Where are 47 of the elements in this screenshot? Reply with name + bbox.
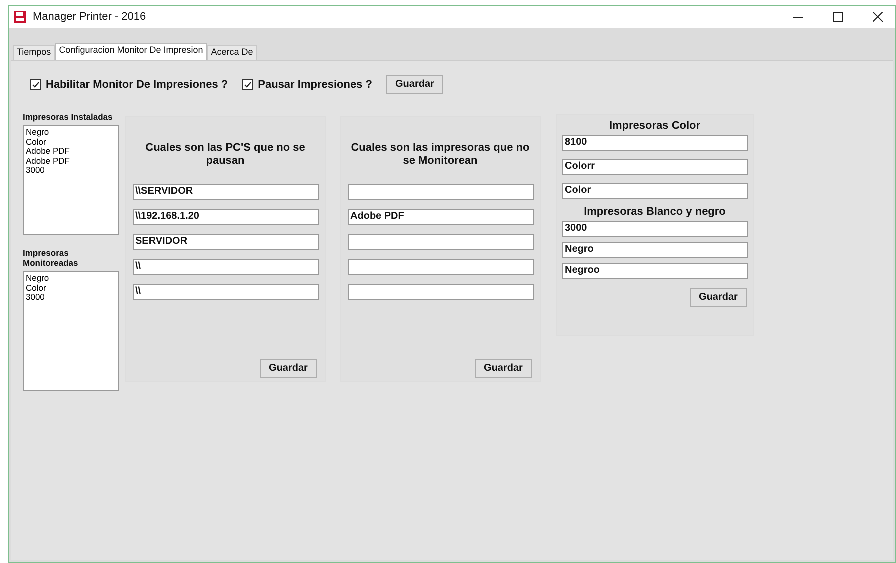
text-field[interactable]: Negroo bbox=[562, 263, 748, 279]
list-item[interactable]: Color bbox=[26, 284, 116, 293]
printer-list[interactable]: Negro Color 3000 bbox=[23, 271, 119, 391]
text-field[interactable]: Colorr bbox=[562, 159, 748, 175]
list-item[interactable]: Negro bbox=[26, 128, 116, 138]
tab[interactable]: Tiempos bbox=[13, 45, 56, 60]
text-field[interactable]: \\192.168.1.20 bbox=[132, 209, 318, 225]
panel-title: Impresoras Blanco y negro bbox=[584, 206, 726, 218]
printer-list[interactable]: Negro Color Adobe PDF Adobe PDF 3000 bbox=[23, 125, 119, 235]
list-item[interactable]: 3000 bbox=[26, 293, 116, 302]
text-field[interactable] bbox=[348, 234, 534, 250]
save-button[interactable]: Guardar bbox=[260, 359, 317, 378]
text-field[interactable]: Color bbox=[562, 183, 748, 199]
list-label: Impresoras Monitoreadas bbox=[23, 248, 80, 268]
tab[interactable]: Acerca De bbox=[207, 45, 258, 60]
text-field[interactable]: 8100 bbox=[562, 135, 748, 151]
panel-title: Cuales son las PC'S que no se pausan bbox=[144, 142, 306, 169]
check-icon bbox=[244, 80, 252, 88]
list-item[interactable]: Color bbox=[26, 138, 116, 147]
window-title: Manager Printer - 2016 bbox=[33, 11, 146, 23]
check-icon bbox=[32, 80, 40, 88]
list-item[interactable]: 3000 bbox=[26, 166, 116, 176]
text-field[interactable] bbox=[348, 284, 534, 300]
save-button[interactable]: Guardar bbox=[690, 288, 747, 307]
save-button[interactable]: Guardar bbox=[386, 75, 444, 94]
save-button[interactable]: Guardar bbox=[475, 359, 532, 378]
text-field[interactable]: Negro bbox=[562, 242, 748, 258]
checkbox[interactable]: Habilitar Monitor De Impresiones ? bbox=[30, 78, 228, 90]
panel-title: Cuales son las impresoras que no se Monitorean bbox=[350, 142, 531, 169]
printer-icon bbox=[13, 10, 27, 24]
list-label: Impresoras Instaladas bbox=[23, 112, 114, 122]
text-field[interactable] bbox=[348, 184, 534, 200]
list-item[interactable]: Negro bbox=[26, 274, 116, 284]
text-field[interactable]: Adobe PDF bbox=[348, 209, 534, 225]
checkbox[interactable]: Pausar Impresiones ? bbox=[242, 78, 372, 90]
text-field[interactable]: \\SERVIDOR bbox=[132, 184, 318, 200]
text-field[interactable]: \\ bbox=[132, 284, 318, 300]
text-field[interactable]: \\ bbox=[132, 259, 318, 275]
maximize-icon bbox=[833, 12, 843, 22]
close-icon bbox=[873, 12, 883, 22]
list-item[interactable]: Adobe PDF bbox=[26, 156, 116, 166]
text-field[interactable]: 3000 bbox=[562, 221, 748, 237]
tab[interactable]: Configuracion Monitor De Impresion bbox=[55, 43, 208, 60]
panel-title: Impresoras Color bbox=[609, 120, 701, 132]
list-item[interactable]: Adobe PDF bbox=[26, 147, 116, 156]
text-field[interactable] bbox=[348, 259, 534, 275]
text-field[interactable]: SERVIDOR bbox=[132, 234, 318, 250]
